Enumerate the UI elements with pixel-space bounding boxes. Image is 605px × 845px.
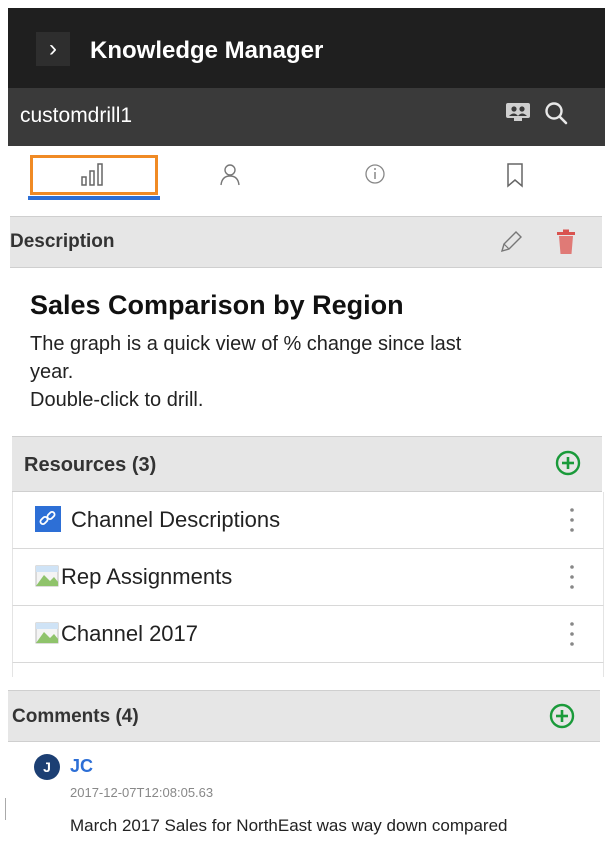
comment-author[interactable]: JC xyxy=(70,756,93,777)
chart-icon[interactable] xyxy=(78,162,108,186)
resource-item[interactable]: Channel 2017 xyxy=(12,606,604,663)
description-label: Description xyxy=(10,231,115,252)
broken-image-icon xyxy=(35,565,59,587)
broken-image-icon xyxy=(35,622,59,644)
user-icon[interactable] xyxy=(218,162,242,186)
item-header: customdrill1 xyxy=(8,88,605,146)
description-title: Sales Comparison by Region xyxy=(30,290,404,320)
comments-label: Comments (4) xyxy=(12,706,139,727)
resource-item[interactable]: Channel Descriptions xyxy=(12,492,604,549)
info-icon[interactable] xyxy=(363,162,387,186)
resource-name[interactable]: Channel Descriptions xyxy=(71,507,280,533)
description-section-header: Description xyxy=(10,216,602,268)
resource-name[interactable]: Channel 2017 xyxy=(61,621,198,647)
delete-icon[interactable] xyxy=(555,229,577,255)
panel-title: Knowledge Manager xyxy=(90,37,324,64)
resources-list-footer xyxy=(12,663,604,677)
edit-icon[interactable] xyxy=(498,229,524,255)
panel-header: › Knowledge Manager xyxy=(8,8,605,88)
bookmark-icon[interactable] xyxy=(503,162,527,188)
tab-strip xyxy=(8,146,605,202)
description-text: The graph is a quick view of % change si… xyxy=(30,330,570,414)
more-options-icon[interactable] xyxy=(565,618,579,650)
description-line: year. xyxy=(30,361,74,383)
resource-item[interactable]: Rep Assignments xyxy=(12,549,604,606)
resources-label: Resources (3) xyxy=(24,454,157,476)
resource-name[interactable]: Rep Assignments xyxy=(61,564,232,590)
more-options-icon[interactable] xyxy=(565,504,579,536)
link-icon xyxy=(35,506,61,532)
divider xyxy=(5,798,6,820)
description-line: The graph is a quick view of % change si… xyxy=(30,333,462,355)
comment-timestamp: 2017-12-07T12:08:05.63 xyxy=(70,785,214,800)
comment-text: March 2017 Sales for NorthEast was way d… xyxy=(70,816,508,835)
presenter-icon[interactable] xyxy=(505,102,531,122)
add-resource-button[interactable] xyxy=(555,450,581,476)
add-comment-button[interactable] xyxy=(549,703,575,729)
search-icon[interactable] xyxy=(543,100,569,126)
comments-section-header: Comments (4) xyxy=(8,690,600,742)
avatar: J xyxy=(34,754,60,780)
tab-selected-indicator xyxy=(28,196,160,200)
more-options-icon[interactable] xyxy=(565,561,579,593)
resources-section-header: Resources (3) xyxy=(12,436,602,492)
chevron-right-icon[interactable]: › xyxy=(36,32,70,66)
description-line: Double-click to drill. xyxy=(30,389,204,411)
item-title: customdrill1 xyxy=(20,104,133,127)
